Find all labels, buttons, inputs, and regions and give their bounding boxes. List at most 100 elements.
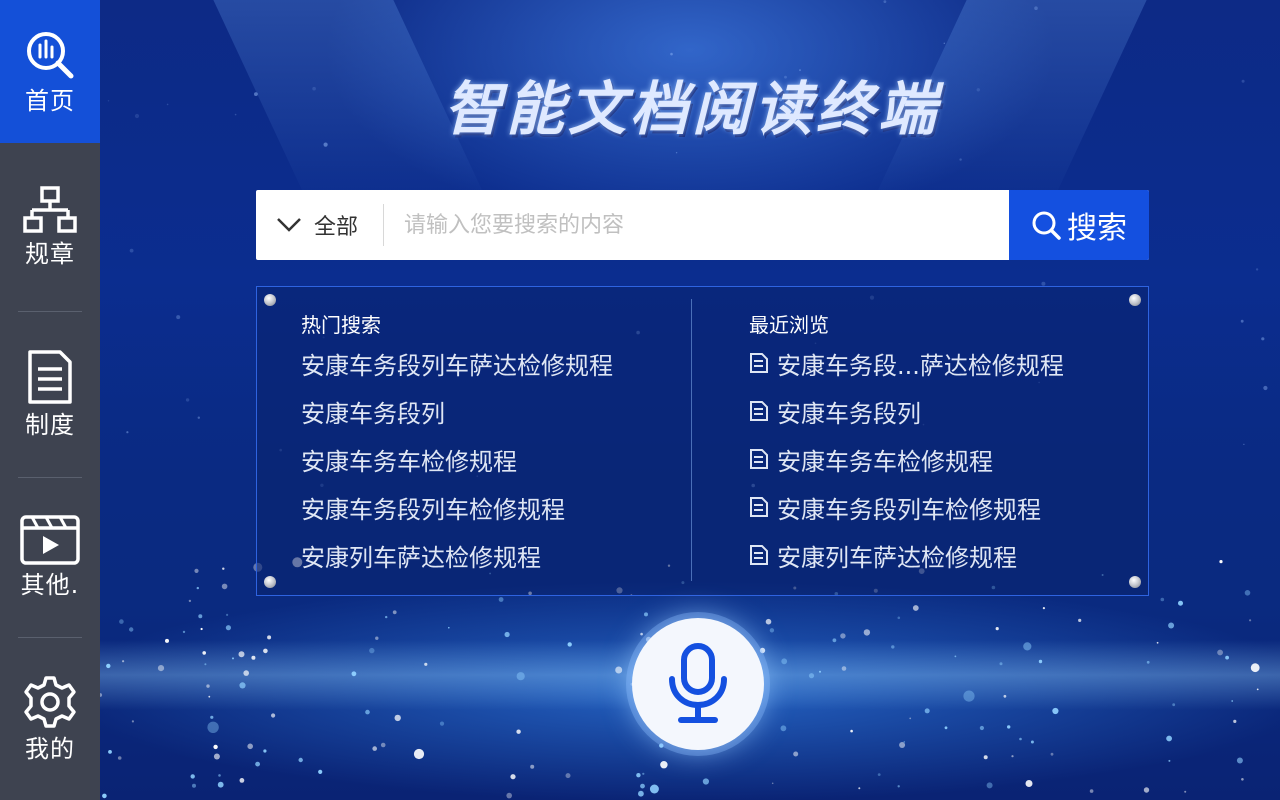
- particle: [323, 142, 328, 147]
- particle: [198, 614, 203, 619]
- search-button[interactable]: 搜索: [1009, 190, 1149, 260]
- sidebar-item-rules[interactable]: 规章: [0, 143, 100, 311]
- recent-item[interactable]: 安康车务车检修规程: [749, 435, 1139, 483]
- particle: [210, 715, 214, 719]
- particle: [979, 725, 985, 731]
- particle: [1240, 319, 1244, 323]
- particle: [194, 568, 199, 574]
- particle: [106, 663, 111, 669]
- particle: [263, 648, 268, 654]
- particle: [850, 729, 853, 733]
- particle: [1231, 700, 1234, 702]
- particle: [439, 721, 445, 726]
- particle: [129, 627, 134, 632]
- particle: [202, 651, 206, 655]
- particle: [1050, 752, 1054, 756]
- particle: [131, 720, 134, 723]
- sidebar-item-home[interactable]: 首页: [0, 0, 100, 143]
- particle: [899, 742, 906, 748]
- particle: [976, 88, 980, 92]
- recent-item-label: 安康车务段列: [777, 399, 921, 428]
- particle: [640, 783, 645, 789]
- particle: [983, 755, 988, 760]
- particle: [1030, 740, 1034, 744]
- hot-search-item[interactable]: 安康车务段列车检修规程: [301, 483, 681, 531]
- particle: [392, 610, 397, 615]
- particle: [995, 627, 999, 631]
- particle: [891, 645, 895, 649]
- particle: [659, 743, 664, 748]
- particle: [394, 714, 401, 722]
- hot-search-item[interactable]: 安康列车萨达检修规程: [301, 531, 681, 579]
- rivet: [1129, 294, 1141, 306]
- particle: [1217, 649, 1223, 656]
- particle: [1243, 443, 1245, 445]
- document-icon: [750, 449, 768, 469]
- recent-item[interactable]: 安康车务段...萨达检修规程: [749, 339, 1139, 387]
- particle: [232, 657, 234, 660]
- particle: [206, 684, 210, 688]
- sidebar-item-label: 制度: [25, 411, 75, 439]
- particle: [808, 673, 815, 679]
- particle: [247, 743, 253, 750]
- particle: [1263, 385, 1268, 391]
- recent-item[interactable]: 安康车务段列车检修规程: [749, 483, 1139, 531]
- particle: [530, 764, 535, 769]
- particle: [204, 663, 207, 666]
- particle: [365, 709, 370, 715]
- particle: [200, 627, 203, 631]
- particle: [176, 315, 181, 320]
- sidebar-item-system[interactable]: 制度: [0, 311, 100, 477]
- particle: [1168, 759, 1171, 762]
- recent-item-label: 安康车务车检修规程: [777, 447, 993, 476]
- rivet: [264, 294, 276, 306]
- particle: [506, 792, 512, 799]
- particle: [1178, 600, 1183, 606]
- particle: [234, 113, 237, 116]
- particle: [780, 725, 787, 732]
- particle: [660, 761, 668, 769]
- particle: [1146, 660, 1150, 664]
- hot-search-item[interactable]: 安康车务段列: [301, 387, 681, 435]
- particle: [771, 782, 774, 785]
- scope-divider: [383, 204, 384, 246]
- particle: [1038, 659, 1043, 664]
- particle: [102, 793, 107, 799]
- org-chart-icon: [23, 186, 77, 233]
- particle: [944, 726, 948, 730]
- sidebar-item-other[interactable]: 其他.: [0, 477, 100, 637]
- particle: [1011, 755, 1014, 758]
- voice-search-button[interactable]: [632, 618, 764, 750]
- hot-search-item[interactable]: 安康车务车检修规程: [301, 435, 681, 483]
- particle: [271, 713, 276, 718]
- particle: [832, 638, 837, 643]
- search-input[interactable]: [384, 190, 1009, 260]
- sidebar-item-mine[interactable]: 我的: [0, 637, 100, 800]
- scope-dropdown[interactable]: 全部: [256, 190, 384, 260]
- particle: [380, 742, 386, 748]
- particle: [108, 750, 112, 754]
- particle: [1233, 719, 1237, 724]
- particle: [516, 672, 525, 681]
- search-button-label: 搜索: [1067, 211, 1127, 246]
- particle: [1007, 725, 1011, 729]
- particle: [351, 671, 357, 677]
- particle: [217, 781, 224, 788]
- particle: [369, 647, 375, 654]
- particle: [759, 647, 766, 654]
- particle: [1241, 79, 1245, 83]
- recent-item[interactable]: 安康车务段列: [749, 387, 1139, 435]
- particle: [1166, 735, 1172, 742]
- search-icon: [1032, 211, 1061, 240]
- particle: [781, 658, 788, 665]
- particle: [819, 670, 821, 673]
- recent-item[interactable]: 安康列车萨达检修规程: [749, 531, 1139, 579]
- search-analytics-icon: [27, 31, 74, 78]
- particle: [963, 690, 975, 702]
- particle: [208, 695, 211, 698]
- particle: [897, 616, 901, 620]
- hot-search-item[interactable]: 安康车务段列车萨达检修规程: [301, 339, 681, 387]
- particle: [213, 744, 218, 750]
- particle: [119, 619, 124, 624]
- particle: [642, 772, 645, 775]
